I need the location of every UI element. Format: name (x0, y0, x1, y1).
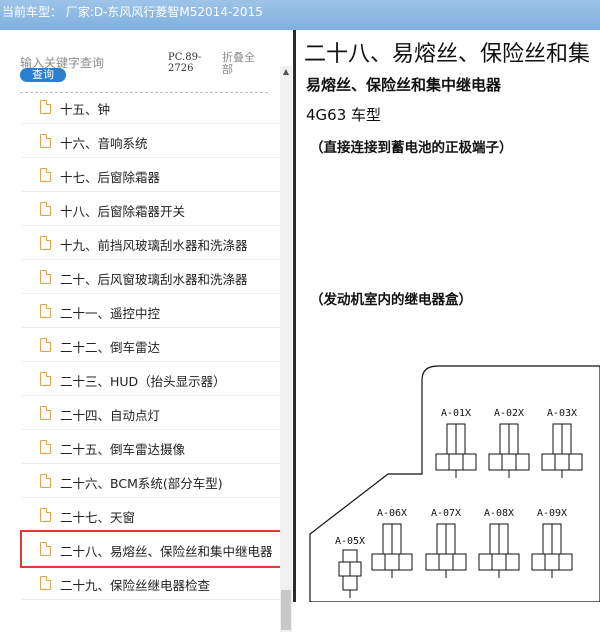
tree-item[interactable]: 二十二、倒车雷达 (22, 328, 284, 362)
document-icon (40, 372, 51, 386)
tree-item[interactable]: 二十一、遥控中控 (22, 294, 284, 328)
document-icon (40, 576, 51, 590)
note-battery: （直接连接到蓄电池的正极端子） (310, 140, 513, 156)
relay-a-09x: A-09X (531, 508, 573, 578)
tree-item[interactable]: 二十、后风窗玻璃刮水器和洗涤器 (22, 260, 284, 294)
document-icon (40, 202, 51, 216)
relay-a-01x: A-01X (435, 408, 477, 478)
relay-label: A-06X (377, 508, 407, 519)
tree-item-label: 二十七、天窗 (60, 510, 136, 525)
sidebar: 输入关键字查询 查询 PC.89-2726 折叠全部 十五、钟 十六、音响系统 十七… (0, 30, 293, 632)
tree-item-label: 二十六、BCM系统(部分车型) (60, 476, 223, 491)
relay-a-08x: A-08X (478, 508, 520, 578)
window-title-bar: 当前车型： 厂家:D-东风风行菱智M52014-2015 (0, 0, 600, 30)
scrollbar[interactable] (280, 66, 292, 632)
tree-item-label: 二十二、倒车雷达 (60, 340, 161, 355)
window-title: 当前车型： 厂家:D-东风风行菱智M52014-2015 (2, 5, 263, 19)
tree-item-label: 二十九、保险丝继电器检查 (60, 578, 211, 593)
tree-item-label: 二十八、易熔丝、保险丝和集中继电器 (60, 544, 273, 559)
document-icon (40, 100, 51, 114)
relay-label: A-07X (431, 508, 461, 519)
document-icon (40, 168, 51, 182)
search-button[interactable]: 查询 (20, 68, 66, 82)
document-icon (40, 236, 51, 250)
relay-a-07x: A-07X (425, 508, 467, 578)
document-icon (40, 406, 51, 420)
document-icon (40, 508, 51, 522)
relay-a-02x: A-02X (488, 408, 530, 478)
tree-item[interactable]: 十九、前挡风玻璃刮水器和洗涤器 (22, 226, 284, 260)
tree-item-label: 十九、前挡风玻璃刮水器和洗涤器 (60, 238, 248, 253)
tree-item[interactable]: 二十六、BCM系统(部分车型) (22, 464, 284, 498)
tree-item[interactable]: 二十四、自动点灯 (22, 396, 284, 430)
relay-a-06x: A-06X (371, 508, 413, 578)
relay-a-05x: A-05X (335, 536, 365, 598)
relay-label: A-02X (494, 408, 524, 419)
tree-item[interactable]: 二十三、HUD（抬头显示器） (22, 362, 284, 396)
tree-item-label: 十五、钟 (60, 102, 111, 117)
tree-item[interactable]: 二十七、天窗 (22, 498, 284, 532)
tree-item-label: 十八、后窗除霜器开关 (60, 204, 186, 219)
tree-item-label: 二十一、遥控中控 (60, 306, 161, 321)
tree-item[interactable]: 二十八、易熔丝、保险丝和集中继电器 (20, 530, 286, 568)
tree-item-label: 十六、音响系统 (60, 136, 148, 151)
document-icon (40, 270, 51, 284)
document-icon (40, 542, 51, 556)
tree-item-label: 二十三、HUD（抬头显示器） (60, 374, 226, 389)
tree-item[interactable]: 十七、后窗除霜器 (22, 158, 284, 192)
tree-item[interactable]: 二十九、保险丝继电器检查 (22, 566, 284, 600)
pc-number: PC.89-2726 (168, 52, 202, 74)
tree-item[interactable]: 十五、钟 (22, 90, 284, 124)
document-icon (40, 338, 51, 352)
scrollbar-thumb[interactable] (281, 590, 291, 630)
collapse-all-button[interactable]: 折叠全部 (222, 52, 262, 76)
relay-a-03x: A-03X (541, 408, 583, 478)
tree-item-label: 二十四、自动点灯 (60, 408, 161, 423)
toc-tree: 十五、钟十六、音响系统 十七、后窗除霜器十八、后窗除霜器开关十九、前挡风玻璃刮水器… (20, 90, 286, 600)
tree-item[interactable]: 十六、音响系统 (22, 124, 284, 158)
tree-item[interactable]: 二十五、倒车雷达摄像 (22, 430, 284, 464)
tree-item-label: 二十、后风窗玻璃刮水器和洗涤器 (60, 272, 248, 287)
relay-label: A-01X (441, 408, 471, 419)
page-title: 二十八、易熔丝、保险丝和集 (304, 42, 591, 67)
section-subtitle: 易熔丝、保险丝和集中继电器 (306, 76, 502, 94)
document-icon (40, 134, 51, 148)
relay-label: A-08X (484, 508, 514, 519)
tree-item-label: 十七、后窗除霜器 (60, 170, 161, 185)
note-engine-box: （发动机室内的继电器盒） (310, 292, 472, 308)
tree-item-label: 二十五、倒车雷达摄像 (60, 442, 186, 457)
relay-label: A-03X (547, 408, 577, 419)
tree-item[interactable]: 十八、后窗除霜器开关 (22, 192, 284, 226)
model-label: 4G63 车型 (306, 106, 382, 124)
relay-label: A-05X (335, 536, 365, 547)
document-icon (40, 440, 51, 454)
relay-box-diagram: A-01X A-02X A-03X A-06X A-07X A-08X A-09X A-05X (309, 365, 600, 602)
relay-box-outline (309, 365, 600, 602)
document-icon (40, 474, 51, 488)
document-view: 二十八、易熔丝、保险丝和集 易熔丝、保险丝和集中继电器 4G63 车型 （直接连… (296, 30, 600, 602)
scroll-up-icon[interactable]: ▲ (280, 66, 292, 78)
relay-label: A-09X (537, 508, 567, 519)
document-icon (40, 304, 51, 318)
